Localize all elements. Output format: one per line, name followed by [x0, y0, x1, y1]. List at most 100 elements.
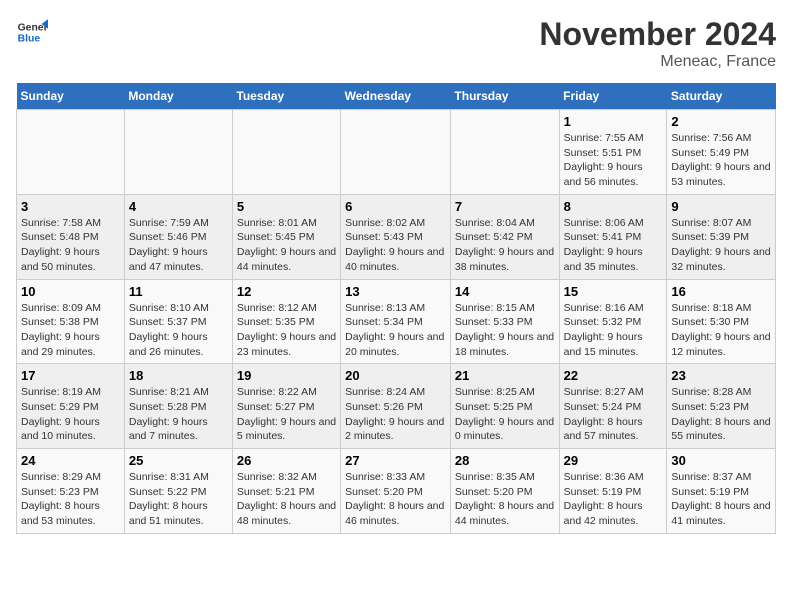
day-info: Sunrise: 8:24 AM Sunset: 5:26 PM Dayligh… [345, 385, 446, 444]
day-number: 12 [237, 284, 336, 299]
day-info: Sunrise: 8:15 AM Sunset: 5:33 PM Dayligh… [455, 301, 555, 360]
day-number: 24 [21, 453, 120, 468]
calendar-header-row: SundayMondayTuesdayWednesdayThursdayFrid… [17, 83, 776, 110]
day-number: 5 [237, 199, 336, 214]
day-number: 21 [455, 368, 555, 383]
calendar-cell [450, 110, 559, 195]
calendar-cell: 6 Sunrise: 8:02 AM Sunset: 5:43 PM Daylig… [341, 194, 451, 279]
day-info: Sunrise: 8:19 AM Sunset: 5:29 PM Dayligh… [21, 385, 120, 444]
day-number: 6 [345, 199, 446, 214]
day-info: Sunrise: 8:01 AM Sunset: 5:45 PM Dayligh… [237, 216, 336, 275]
day-number: 30 [671, 453, 771, 468]
location: Meneac, France [539, 53, 776, 71]
day-info: Sunrise: 7:58 AM Sunset: 5:48 PM Dayligh… [21, 216, 120, 275]
calendar-cell: 7Sunrise: 8:04 AM Sunset: 5:42 PM Daylig… [450, 194, 559, 279]
calendar-cell: 8Sunrise: 8:06 AM Sunset: 5:41 PM Daylig… [559, 194, 667, 279]
calendar-cell [341, 110, 451, 195]
day-info: Sunrise: 8:13 AM Sunset: 5:34 PM Dayligh… [345, 301, 446, 360]
calendar-week-row: 1 Sunrise: 7:55 AM Sunset: 5:51 PM Daylig… [17, 110, 776, 195]
logo: General Blue [16, 16, 48, 48]
day-number: 22 [564, 368, 663, 383]
day-number: 1 [564, 114, 663, 129]
day-number: 19 [237, 368, 336, 383]
day-info: Sunrise: 8:18 AM Sunset: 5:30 PM Dayligh… [671, 301, 771, 360]
calendar-week-row: 10 Sunrise: 8:09 AM Sunset: 5:38 PM Dayli… [17, 279, 776, 364]
day-info: Sunrise: 8:04 AM Sunset: 5:42 PM Dayligh… [455, 216, 555, 275]
weekday-header: Sunday [17, 83, 125, 110]
day-info: Sunrise: 8:27 AM Sunset: 5:24 PM Dayligh… [564, 385, 663, 444]
calendar-cell: 22 Sunrise: 8:27 AM Sunset: 5:24 PM Dayli… [559, 364, 667, 449]
day-number: 3 [21, 199, 120, 214]
calendar-cell: 16 Sunrise: 8:18 AM Sunset: 5:30 PM Dayli… [667, 279, 776, 364]
day-info: Sunrise: 8:09 AM Sunset: 5:38 PM Dayligh… [21, 301, 120, 360]
day-number: 14 [455, 284, 555, 299]
day-info: Sunrise: 8:06 AM Sunset: 5:41 PM Dayligh… [564, 216, 663, 275]
day-number: 16 [671, 284, 771, 299]
title-area: November 2024 Meneac, France [539, 16, 776, 71]
calendar-cell: 24Sunrise: 8:29 AM Sunset: 5:23 PM Dayli… [17, 449, 125, 534]
day-info: Sunrise: 7:56 AM Sunset: 5:49 PM Dayligh… [671, 131, 771, 190]
calendar-cell: 3 Sunrise: 7:58 AM Sunset: 5:48 PM Daylig… [17, 194, 125, 279]
day-info: Sunrise: 8:21 AM Sunset: 5:28 PM Dayligh… [129, 385, 228, 444]
calendar-cell: 27Sunrise: 8:33 AM Sunset: 5:20 PM Dayli… [341, 449, 451, 534]
calendar-cell: 23 Sunrise: 8:28 AM Sunset: 5:23 PM Dayli… [667, 364, 776, 449]
day-number: 11 [129, 284, 228, 299]
weekday-header: Monday [124, 83, 232, 110]
day-number: 13 [345, 284, 446, 299]
calendar-cell: 9 Sunrise: 8:07 AM Sunset: 5:39 PM Daylig… [667, 194, 776, 279]
day-number: 2 [671, 114, 771, 129]
weekday-header: Tuesday [232, 83, 340, 110]
day-number: 10 [21, 284, 120, 299]
day-number: 23 [671, 368, 771, 383]
calendar-week-row: 24Sunrise: 8:29 AM Sunset: 5:23 PM Dayli… [17, 449, 776, 534]
day-info: Sunrise: 8:36 AM Sunset: 5:19 PM Dayligh… [564, 470, 663, 529]
calendar-cell: 19 Sunrise: 8:22 AM Sunset: 5:27 PM Dayli… [232, 364, 340, 449]
svg-text:Blue: Blue [18, 34, 41, 45]
weekday-header: Wednesday [341, 83, 451, 110]
day-number: 28 [455, 453, 555, 468]
calendar-cell: 12 Sunrise: 8:12 AM Sunset: 5:35 PM Dayli… [232, 279, 340, 364]
calendar-cell: 13 Sunrise: 8:13 AM Sunset: 5:34 PM Dayli… [341, 279, 451, 364]
calendar-cell: 26Sunrise: 8:32 AM Sunset: 5:21 PM Dayli… [232, 449, 340, 534]
calendar-cell: 20 Sunrise: 8:24 AM Sunset: 5:26 PM Dayli… [341, 364, 451, 449]
calendar-cell: 21 Sunrise: 8:25 AM Sunset: 5:25 PM Dayli… [450, 364, 559, 449]
day-number: 27 [345, 453, 446, 468]
calendar-cell: 15 Sunrise: 8:16 AM Sunset: 5:32 PM Dayli… [559, 279, 667, 364]
day-info: Sunrise: 8:07 AM Sunset: 5:39 PM Dayligh… [671, 216, 771, 275]
calendar-cell: 2 Sunrise: 7:56 AM Sunset: 5:49 PM Daylig… [667, 110, 776, 195]
day-number: 15 [564, 284, 663, 299]
day-number: 18 [129, 368, 228, 383]
calendar-cell: 10 Sunrise: 8:09 AM Sunset: 5:38 PM Dayli… [17, 279, 125, 364]
calendar-cell: 17Sunrise: 8:19 AM Sunset: 5:29 PM Dayli… [17, 364, 125, 449]
day-info: Sunrise: 8:02 AM Sunset: 5:43 PM Dayligh… [345, 216, 446, 275]
day-info: Sunrise: 8:28 AM Sunset: 5:23 PM Dayligh… [671, 385, 771, 444]
day-info: Sunrise: 7:59 AM Sunset: 5:46 PM Dayligh… [129, 216, 228, 275]
calendar-cell: 25Sunrise: 8:31 AM Sunset: 5:22 PM Dayli… [124, 449, 232, 534]
day-info: Sunrise: 8:22 AM Sunset: 5:27 PM Dayligh… [237, 385, 336, 444]
day-info: Sunrise: 8:32 AM Sunset: 5:21 PM Dayligh… [237, 470, 336, 529]
calendar-cell: 28Sunrise: 8:35 AM Sunset: 5:20 PM Dayli… [450, 449, 559, 534]
day-number: 20 [345, 368, 446, 383]
calendar-cell: 18 Sunrise: 8:21 AM Sunset: 5:28 PM Dayli… [124, 364, 232, 449]
calendar-cell: 14 Sunrise: 8:15 AM Sunset: 5:33 PM Dayli… [450, 279, 559, 364]
calendar-cell: 30 Sunrise: 8:37 AM Sunset: 5:19 PM Dayli… [667, 449, 776, 534]
calendar-cell: 11 Sunrise: 8:10 AM Sunset: 5:37 PM Dayli… [124, 279, 232, 364]
calendar-cell: 4 Sunrise: 7:59 AM Sunset: 5:46 PM Daylig… [124, 194, 232, 279]
day-info: Sunrise: 8:10 AM Sunset: 5:37 PM Dayligh… [129, 301, 228, 360]
day-info: Sunrise: 8:31 AM Sunset: 5:22 PM Dayligh… [129, 470, 228, 529]
header: General Blue November 2024 Meneac, Franc… [16, 16, 776, 71]
day-info: Sunrise: 8:37 AM Sunset: 5:19 PM Dayligh… [671, 470, 771, 529]
calendar-week-row: 3 Sunrise: 7:58 AM Sunset: 5:48 PM Daylig… [17, 194, 776, 279]
calendar-cell [232, 110, 340, 195]
day-info: Sunrise: 8:12 AM Sunset: 5:35 PM Dayligh… [237, 301, 336, 360]
calendar-cell [124, 110, 232, 195]
day-info: Sunrise: 8:25 AM Sunset: 5:25 PM Dayligh… [455, 385, 555, 444]
calendar-cell: 29Sunrise: 8:36 AM Sunset: 5:19 PM Dayli… [559, 449, 667, 534]
day-number: 9 [671, 199, 771, 214]
day-info: Sunrise: 7:55 AM Sunset: 5:51 PM Dayligh… [564, 131, 663, 190]
day-number: 4 [129, 199, 228, 214]
day-info: Sunrise: 8:16 AM Sunset: 5:32 PM Dayligh… [564, 301, 663, 360]
weekday-header: Saturday [667, 83, 776, 110]
weekday-header: Thursday [450, 83, 559, 110]
calendar-table: SundayMondayTuesdayWednesdayThursdayFrid… [16, 83, 776, 534]
